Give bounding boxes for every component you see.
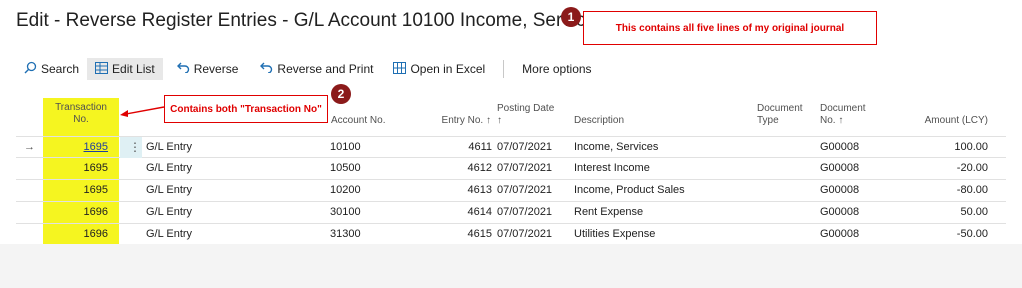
amount-cell: 50.00 xyxy=(960,206,988,218)
posting-date-cell: 07/07/2021 xyxy=(497,141,553,153)
amount-cell: -50.00 xyxy=(956,228,988,240)
posting-date-cell: 07/07/2021 xyxy=(497,162,553,174)
account-no-cell: 31300 xyxy=(330,228,361,240)
table-row[interactable]: 1695 G/L Entry 10200 4613 07/07/2021 Inc… xyxy=(16,180,1006,202)
action-toolbar: Search Edit List Reverse Reverse and Pri… xyxy=(16,58,600,80)
table-row[interactable]: 1695 G/L Entry 10500 4612 07/07/2021 Int… xyxy=(16,158,1006,180)
table-row[interactable]: → 1695 ⋮ G/L Entry 10100 4611 07/07/2021… xyxy=(16,136,1006,158)
description-cell: Rent Expense xyxy=(574,206,644,218)
source-cell: G/L Entry xyxy=(146,162,193,174)
description-cell: Income, Services xyxy=(574,141,659,153)
column-header-entry-no[interactable]: Entry No. ↑ xyxy=(425,115,491,127)
open-in-excel-button[interactable]: Open in Excel xyxy=(385,58,493,80)
transaction-no-cell[interactable]: 1696 xyxy=(56,228,108,240)
account-no-cell: 10200 xyxy=(330,184,361,196)
entry-no-cell: 4611 xyxy=(468,141,492,153)
source-cell: G/L Entry xyxy=(146,228,193,240)
reverse-button[interactable]: Reverse xyxy=(169,58,247,80)
more-options-button[interactable]: More options xyxy=(514,58,599,80)
amount-cell: -20.00 xyxy=(956,162,988,174)
edit-list-button[interactable]: Edit List xyxy=(87,58,163,80)
column-header-transaction-no[interactable]: Transaction No. xyxy=(50,102,112,126)
transaction-no-cell[interactable]: 1696 xyxy=(56,206,108,218)
transaction-no-cell[interactable]: 1695 xyxy=(56,162,108,174)
current-row-arrow-icon: → xyxy=(24,141,35,153)
callout-badge-1: 1 xyxy=(561,7,581,27)
account-no-cell: 10100 xyxy=(330,141,361,153)
account-no-cell: 30100 xyxy=(330,206,361,218)
open-in-excel-label: Open in Excel xyxy=(410,62,486,76)
table-row[interactable]: 1696 G/L Entry 31300 4615 07/07/2021 Uti… xyxy=(16,224,1006,246)
callout-badge-2: 2 xyxy=(331,84,351,104)
edit-list-label: Edit List xyxy=(112,62,155,76)
row-actions-button[interactable]: ⋮ xyxy=(120,137,142,158)
annotation-arrow-icon xyxy=(120,106,165,117)
more-options-label: More options xyxy=(522,62,592,76)
entry-no-cell: 4614 xyxy=(467,206,492,218)
posting-date-cell: 07/07/2021 xyxy=(497,228,553,240)
description-cell: Income, Product Sales xyxy=(574,184,685,196)
reverse-and-print-button[interactable]: Reverse and Print xyxy=(252,58,381,80)
document-no-cell: G00008 xyxy=(820,184,860,196)
undo-arrow-icon xyxy=(260,62,273,76)
reverse-and-print-label: Reverse and Print xyxy=(277,62,374,76)
source-cell: G/L Entry xyxy=(146,141,193,153)
page-title: Edit - Reverse Register Entries - G/L Ac… xyxy=(16,10,606,31)
transaction-no-cell[interactable]: 1695 xyxy=(56,184,108,196)
column-header-description[interactable]: Description xyxy=(574,115,624,127)
column-header-account-no[interactable]: Account No. xyxy=(331,115,385,127)
entry-no-cell: 4613 xyxy=(467,184,492,196)
toolbar-divider xyxy=(503,60,505,78)
column-header-document-type[interactable]: Document Type xyxy=(757,103,815,127)
source-cell: G/L Entry xyxy=(146,184,193,196)
search-label: Search xyxy=(41,62,80,76)
more-vertical-icon: ⋮ xyxy=(129,140,141,154)
document-no-cell: G00008 xyxy=(820,206,860,218)
posting-date-cell: 07/07/2021 xyxy=(497,184,553,196)
column-header-posting-date[interactable]: Posting Date ↑ xyxy=(497,103,559,127)
search-icon xyxy=(24,61,37,77)
amount-cell: -80.00 xyxy=(956,184,988,196)
posting-date-cell: 07/07/2021 xyxy=(497,206,553,218)
entry-no-cell: 4615 xyxy=(467,228,492,240)
grid-empty-area xyxy=(0,250,1022,288)
document-no-cell: G00008 xyxy=(820,162,860,174)
amount-cell: 100.00 xyxy=(954,141,988,153)
callout-note-1: This contains all five lines of my origi… xyxy=(583,11,877,45)
search-button[interactable]: Search xyxy=(16,58,87,80)
document-no-cell: G00008 xyxy=(820,141,860,153)
column-header-document-no[interactable]: Document No. ↑ xyxy=(820,103,876,127)
document-no-cell: G00008 xyxy=(820,228,860,240)
reverse-label: Reverse xyxy=(193,62,239,76)
source-cell: G/L Entry xyxy=(146,206,193,218)
description-cell: Utilities Expense xyxy=(574,228,656,240)
entry-no-cell: 4612 xyxy=(467,162,492,174)
description-cell: Interest Income xyxy=(574,162,650,174)
edit-list-icon xyxy=(95,61,109,77)
table-row[interactable]: 1696 G/L Entry 30100 4614 07/07/2021 Ren… xyxy=(16,202,1006,224)
column-header-amount[interactable]: Amount (LCY) xyxy=(920,115,988,127)
undo-arrow-icon xyxy=(176,62,190,76)
excel-icon xyxy=(393,61,407,77)
callout-note-2: Contains both "Transaction No" xyxy=(164,95,328,123)
account-no-cell: 10500 xyxy=(330,162,361,174)
transaction-no-cell[interactable]: 1695 xyxy=(56,141,108,153)
